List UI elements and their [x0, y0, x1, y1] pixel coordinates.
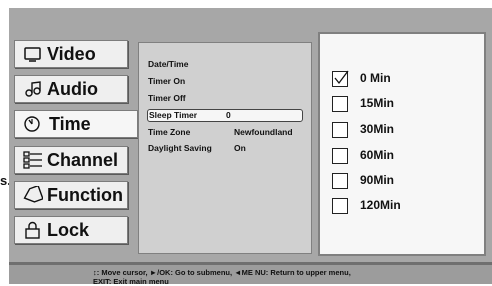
option-90-min[interactable]: 90Min: [332, 172, 472, 190]
nav-item-channel[interactable]: Channel: [14, 146, 128, 174]
nav-item-video[interactable]: Video: [14, 40, 128, 68]
tag-icon: [23, 184, 44, 204]
row-value: 0: [226, 110, 231, 120]
menu-row-sleep-timer[interactable]: Sleep Timer 0: [147, 109, 303, 122]
option-label: 30Min: [360, 122, 395, 136]
row-value: On: [234, 143, 246, 153]
music-note-icon: [23, 80, 43, 98]
option-60-min[interactable]: 60Min: [332, 147, 472, 165]
screen-icon: [23, 45, 43, 63]
option-15-min[interactable]: 15Min: [332, 95, 472, 113]
channel-list-icon: [23, 151, 43, 169]
sleep-timer-options: 0 Min 15Min 30Min 60Min 90Min 120Min: [318, 32, 486, 256]
option-0-min[interactable]: 0 Min: [332, 70, 472, 88]
option-label: 60Min: [360, 148, 395, 162]
option-label: 0 Min: [360, 71, 391, 85]
option-label: 15Min: [360, 96, 395, 110]
nav-item-label: Channel: [47, 150, 119, 170]
nav-item-label: Time: [49, 114, 91, 134]
nav-item-time[interactable]: Time: [14, 110, 138, 138]
checkbox[interactable]: [332, 96, 348, 112]
checkbox[interactable]: [332, 70, 349, 87]
checkbox[interactable]: [332, 148, 348, 164]
lock-icon: [23, 221, 43, 239]
time-submenu: Date/Time Timer On Timer Off Sleep Timer…: [138, 42, 312, 254]
menu-row-timer-on[interactable]: Timer On: [148, 76, 308, 87]
row-value: Newfoundland: [234, 127, 293, 137]
checkbox[interactable]: [332, 122, 348, 138]
checkbox[interactable]: [332, 173, 348, 189]
nav-item-label: Video: [47, 44, 96, 64]
help-text: ↕: Move cursor, ►/OK: Go to submenu, ◄ME…: [93, 268, 433, 286]
row-label: Timer Off: [148, 93, 186, 103]
row-label: Sleep Timer: [149, 110, 198, 120]
option-label: 120Min: [360, 198, 401, 212]
row-label: Date/Time: [148, 59, 189, 69]
option-label: 90Min: [360, 173, 395, 187]
nav-item-function[interactable]: Function: [14, 181, 128, 209]
help-line-1: ↕: Move cursor, ►/OK: Go to submenu, ◄ME…: [93, 268, 351, 277]
nav-item-label: Function: [47, 185, 123, 205]
menu-row-date-time[interactable]: Date/Time: [148, 59, 308, 70]
help-line-2: EXIT: Exit main menu: [93, 277, 169, 286]
menu-row-timer-off[interactable]: Timer Off: [148, 93, 308, 104]
row-label: Timer On: [148, 76, 186, 86]
main-menu-nav: Video Audio Time Channel Function Lock: [14, 40, 138, 250]
checkmark-icon: [334, 70, 349, 85]
help-bar: ↕: Move cursor, ►/OK: Go to submenu, ◄ME…: [9, 262, 492, 286]
nav-item-audio[interactable]: Audio: [14, 75, 128, 103]
clock-icon: [23, 115, 43, 133]
menu-row-time-zone[interactable]: Time Zone Newfoundland: [148, 127, 308, 138]
row-label: Daylight Saving: [148, 143, 212, 153]
row-label: Time Zone: [148, 127, 191, 137]
nav-item-label: Audio: [47, 79, 98, 99]
nav-item-lock[interactable]: Lock: [14, 216, 128, 244]
checkbox[interactable]: [332, 198, 348, 214]
menu-row-daylight-saving[interactable]: Daylight Saving On: [148, 143, 308, 154]
option-30-min[interactable]: 30Min: [332, 121, 472, 139]
option-120-min[interactable]: 120Min: [332, 197, 472, 215]
nav-item-label: Lock: [47, 220, 90, 240]
